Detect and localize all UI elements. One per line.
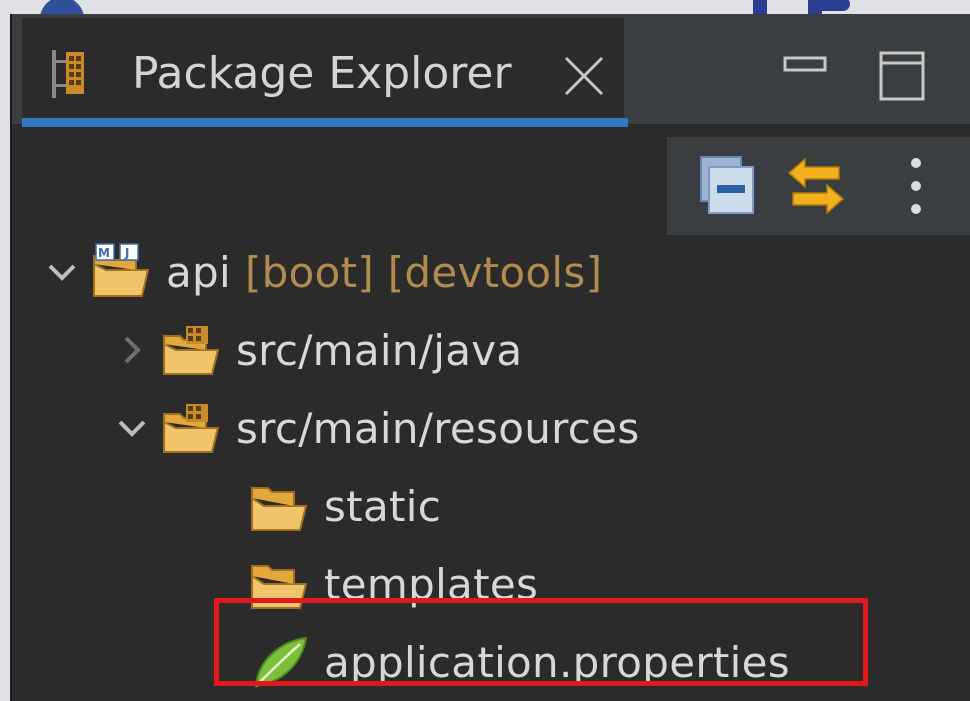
source-folder-icon bbox=[163, 404, 220, 453]
maximize-icon[interactable] bbox=[878, 50, 926, 102]
tab-title: Package Explorer bbox=[132, 48, 512, 99]
minimize-icon[interactable] bbox=[782, 50, 828, 80]
tree-item-label: static bbox=[324, 481, 442, 531]
view-menu-icon[interactable] bbox=[903, 151, 929, 221]
tree-item-src-main-java[interactable]: src/main/java bbox=[112, 312, 522, 388]
tree-item-label: src/main/java bbox=[236, 325, 523, 375]
view-toolbar bbox=[667, 137, 970, 235]
package-explorer-view: Package Explorer M J api [boot] [devtool… bbox=[10, 14, 970, 701]
link-with-editor-icon[interactable] bbox=[785, 151, 847, 221]
view-tab-bar: Package Explorer bbox=[12, 14, 970, 124]
close-icon[interactable] bbox=[562, 54, 606, 98]
highlight-box bbox=[214, 598, 868, 686]
project-folder-icon: M J bbox=[93, 243, 150, 297]
source-folder-icon bbox=[163, 326, 220, 375]
chevron-down-icon[interactable] bbox=[112, 408, 152, 448]
project-decorations: [boot] [devtools] bbox=[244, 247, 603, 297]
background-letter bbox=[820, 0, 850, 11]
folder-icon bbox=[251, 487, 308, 531]
tree-item-src-main-resources[interactable]: src/main/resources bbox=[112, 390, 640, 466]
chevron-down-icon[interactable] bbox=[42, 252, 82, 292]
tree-item-label: src/main/resources bbox=[236, 403, 640, 453]
chevron-right-icon[interactable] bbox=[112, 330, 152, 370]
package-explorer-icon bbox=[52, 50, 84, 98]
tree-item-static[interactable]: static bbox=[240, 468, 441, 544]
svg-text:J: J bbox=[124, 246, 129, 260]
package-explorer-tab[interactable]: Package Explorer bbox=[22, 18, 624, 124]
svg-text:M: M bbox=[98, 246, 110, 260]
collapse-all-icon[interactable] bbox=[695, 151, 759, 221]
tree-item-project-api[interactable]: M J api [boot] [devtools] bbox=[42, 234, 602, 310]
active-tab-indicator bbox=[22, 118, 628, 127]
project-name: api bbox=[166, 247, 231, 297]
